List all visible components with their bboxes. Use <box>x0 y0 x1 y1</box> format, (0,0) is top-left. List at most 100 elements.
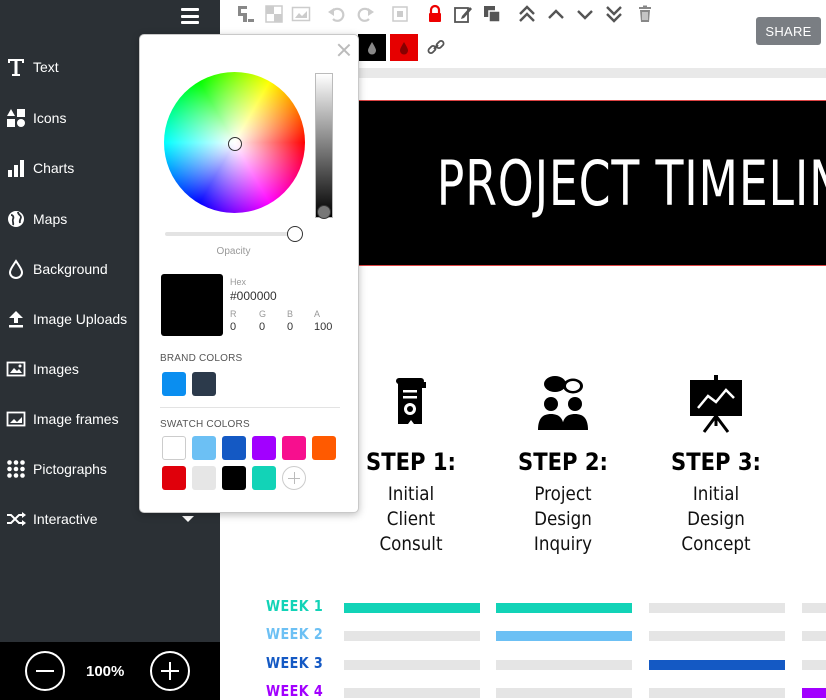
brand-color-swatch[interactable] <box>162 372 186 396</box>
opacity-slider[interactable] <box>165 232 295 236</box>
swatch-color[interactable] <box>252 436 276 460</box>
zoom-in-button[interactable] <box>150 651 190 691</box>
b-label: B <box>287 309 294 319</box>
sidebar-item-label: Images <box>33 361 79 377</box>
crop-icon[interactable] <box>389 3 411 25</box>
week-label: WEEK 2 <box>266 625 324 643</box>
lock-icon[interactable] <box>424 3 446 25</box>
duplicate-icon[interactable] <box>481 3 503 25</box>
timeline-bar[interactable] <box>649 603 785 613</box>
swatch-color[interactable] <box>192 466 216 490</box>
step-description: Initial Design Concept <box>681 483 751 555</box>
presentation-board-icon <box>686 374 746 434</box>
sidebar-item-label: Charts <box>33 160 75 176</box>
brand-color-swatch[interactable] <box>192 372 216 396</box>
certificate-icon <box>381 374 441 434</box>
banner-title[interactable]: PROJECT TIMELINE <box>437 147 826 220</box>
b-input[interactable]: 0 <box>287 321 293 333</box>
g-input[interactable]: 0 <box>259 321 265 333</box>
send-to-back-icon[interactable] <box>603 3 625 25</box>
swatch-color[interactable] <box>162 436 186 460</box>
timeline-bar[interactable] <box>496 603 632 613</box>
timeline-bar[interactable] <box>496 660 632 670</box>
week-label: WEEK 4 <box>266 682 324 700</box>
sidebar-item-label: Image Uploads <box>33 311 128 327</box>
chart-icon <box>3 157 29 179</box>
replace-image-icon[interactable] <box>290 3 312 25</box>
stroke-color-button[interactable] <box>390 34 418 61</box>
bring-to-front-icon[interactable] <box>516 3 538 25</box>
swatch-color[interactable] <box>282 436 306 460</box>
redo-icon[interactable] <box>354 3 376 25</box>
droplet-icon <box>3 258 29 280</box>
fill-color-button[interactable] <box>358 34 386 61</box>
title-banner[interactable]: PROJECT TIMELINE <box>354 100 826 266</box>
timeline-bar[interactable] <box>802 688 826 698</box>
zoom-level: 100% <box>86 663 125 680</box>
sidebar-item-label: Image frames <box>33 411 119 427</box>
brightness-handle[interactable] <box>317 205 331 219</box>
share-button[interactable]: SHARE <box>756 17 821 45</box>
add-swatch-button[interactable] <box>282 466 306 490</box>
swatch-color[interactable] <box>222 466 246 490</box>
pictograph-icon <box>3 458 29 480</box>
g-label: G <box>259 309 267 319</box>
timeline-bar[interactable] <box>344 631 480 641</box>
swatch-color[interactable] <box>192 436 216 460</box>
link-icon[interactable] <box>425 36 447 58</box>
a-label: A <box>314 309 321 319</box>
timeline-bar[interactable] <box>802 660 826 670</box>
step-description: Initial Client Consult <box>379 483 443 555</box>
sidebar-item-label: Interactive <box>33 511 98 527</box>
timeline-bar[interactable] <box>649 688 785 698</box>
step-title: STEP 1: <box>365 448 457 476</box>
hamburger-menu-icon[interactable] <box>181 8 199 24</box>
week-label: WEEK 1 <box>266 597 324 615</box>
chevron-down-icon[interactable] <box>182 516 194 522</box>
timeline-bar[interactable] <box>344 660 480 670</box>
timeline-bar[interactable] <box>649 660 785 670</box>
step-3[interactable]: STEP 3: Initial Design Concept <box>641 374 791 557</box>
bring-forward-icon[interactable] <box>545 3 567 25</box>
swatch-color[interactable] <box>222 436 246 460</box>
sidebar-item-label: Background <box>33 261 108 277</box>
a-input[interactable]: 100 <box>314 321 332 333</box>
r-label: R <box>230 309 237 319</box>
paste-style-icon[interactable] <box>234 3 256 25</box>
step-description: Project Design Inquiry <box>533 483 593 555</box>
timeline-bar[interactable] <box>344 603 480 613</box>
trash-icon[interactable] <box>634 3 656 25</box>
zoom-out-button[interactable] <box>25 651 65 691</box>
step-title: STEP 2: <box>517 448 609 476</box>
swatch-color[interactable] <box>252 466 276 490</box>
divider <box>160 407 340 408</box>
timeline-bar[interactable] <box>344 688 480 698</box>
opacity-label: Opacity <box>216 246 251 257</box>
timeline-bar[interactable] <box>496 688 632 698</box>
close-icon[interactable] <box>337 43 351 57</box>
transparency-icon[interactable] <box>263 3 285 25</box>
color-picker-popup: Opacity Hex #000000 R G B A 0 0 0 100 BR… <box>139 34 359 513</box>
send-backward-icon[interactable] <box>574 3 596 25</box>
swatch-colors-title: SWATCH COLORS <box>160 419 250 430</box>
undo-icon[interactable] <box>326 3 348 25</box>
color-wheel-handle[interactable] <box>228 137 242 151</box>
hex-input[interactable]: #000000 <box>230 289 277 303</box>
icons-icon <box>3 107 29 129</box>
timeline-bar[interactable] <box>802 631 826 641</box>
edit-icon[interactable] <box>452 3 474 25</box>
hex-label: Hex <box>230 277 247 287</box>
opacity-handle[interactable] <box>287 226 303 242</box>
zoom-bar: 100% <box>0 642 220 700</box>
timeline-bar[interactable] <box>649 631 785 641</box>
timeline-bar[interactable] <box>802 603 826 613</box>
timeline-bar[interactable] <box>496 631 632 641</box>
shuffle-icon <box>3 508 29 530</box>
swatch-color[interactable] <box>312 436 336 460</box>
upload-icon <box>3 308 29 330</box>
frame-icon <box>3 408 29 430</box>
brightness-slider[interactable] <box>315 73 333 218</box>
r-input[interactable]: 0 <box>230 321 236 333</box>
step-2[interactable]: STEP 2: Project Design Inquiry <box>488 374 638 557</box>
swatch-color[interactable] <box>162 466 186 490</box>
